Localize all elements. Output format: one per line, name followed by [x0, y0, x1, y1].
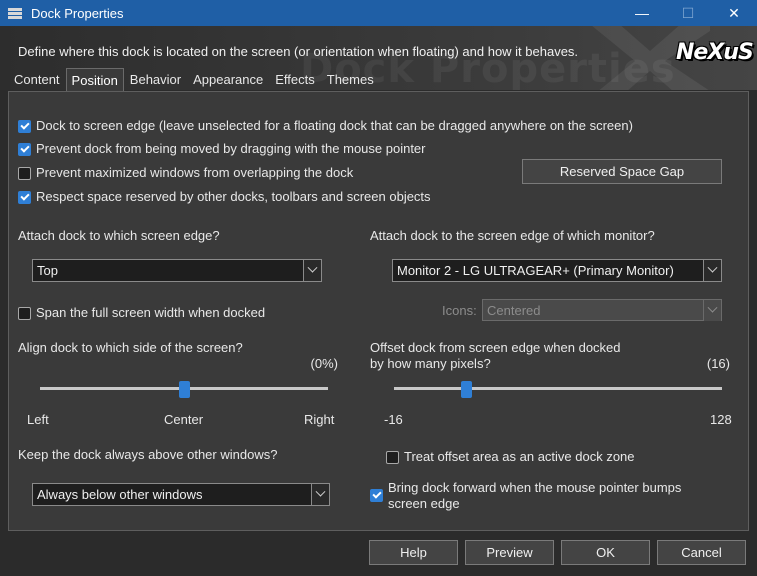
tab-effects[interactable]: Effects — [269, 68, 321, 91]
window-title: Dock Properties — [31, 5, 124, 21]
prevent-drag-option[interactable]: Prevent dock from being moved by draggin… — [18, 141, 426, 157]
minimize-button[interactable]: — — [619, 0, 665, 26]
prevent-drag-label: Prevent dock from being moved by draggin… — [36, 141, 426, 156]
close-button[interactable]: ✕ — [711, 0, 757, 26]
maximize-button[interactable]: ☐ — [665, 0, 711, 26]
header-description: Define where this dock is located on the… — [18, 44, 579, 59]
offset-tick-min: -16 — [384, 412, 403, 427]
title-bar[interactable]: Dock Properties — ☐ ✕ — [0, 0, 757, 26]
span-width-checkbox[interactable] — [18, 307, 31, 320]
preview-button[interactable]: Preview — [465, 540, 554, 565]
align-slider-thumb[interactable] — [178, 381, 190, 398]
monitor-label: Attach dock to the screen edge of which … — [370, 228, 655, 243]
above-select[interactable]: Always below other windows — [32, 483, 330, 506]
respect-space-checkbox[interactable] — [18, 191, 31, 204]
icons-select: Centered — [482, 299, 722, 321]
edge-select[interactable]: Top — [32, 259, 322, 282]
chevron-down-icon[interactable] — [303, 260, 321, 281]
monitor-select[interactable]: Monitor 2 - LG ULTRAGEAR+ (Primary Monit… — [392, 259, 722, 282]
tab-bar: Content Position Behavior Appearance Eff… — [8, 68, 380, 92]
offset-label-line2: by how many pixels? — [370, 356, 491, 371]
respect-space-label: Respect space reserved by other docks, t… — [36, 189, 431, 204]
bring-forward-option[interactable]: Bring dock forward when the mouse pointe… — [370, 480, 681, 512]
icons-select-value: Centered — [487, 302, 541, 318]
monitor-select-value: Monitor 2 - LG ULTRAGEAR+ (Primary Monit… — [397, 263, 674, 278]
offset-slider-thumb[interactable] — [461, 381, 473, 398]
dock-to-edge-checkbox[interactable] — [18, 120, 31, 133]
ok-button[interactable]: OK — [561, 540, 650, 565]
nexus-logo: NeXuS — [676, 40, 754, 65]
offset-zone-option[interactable]: Treat offset area as an active dock zone — [386, 449, 635, 465]
bring-forward-label-line1: Bring dock forward when the mouse pointe… — [388, 480, 682, 495]
bring-forward-label-line2: screen edge — [388, 496, 460, 511]
cancel-button[interactable]: Cancel — [657, 540, 746, 565]
offset-zone-checkbox[interactable] — [386, 451, 399, 464]
tab-appearance[interactable]: Appearance — [187, 68, 269, 91]
prevent-overlap-label: Prevent maximized windows from overlappi… — [36, 165, 354, 180]
edge-label: Attach dock to which screen edge? — [18, 228, 220, 243]
dock-to-edge-option[interactable]: Dock to screen edge (leave unselected fo… — [18, 118, 633, 134]
align-tick-center: Center — [164, 412, 204, 427]
offset-label-line1: Offset dock from screen edge when docked — [370, 340, 621, 355]
chevron-down-icon — [703, 299, 721, 321]
chevron-down-icon[interactable] — [311, 484, 329, 505]
dock-app-icon — [7, 5, 23, 21]
tab-position[interactable]: Position — [65, 68, 124, 92]
reserved-space-gap-button[interactable]: Reserved Space Gap — [522, 159, 722, 184]
dock-to-edge-label: Dock to screen edge (leave unselected fo… — [36, 118, 633, 133]
tab-behavior[interactable]: Behavior — [124, 68, 187, 91]
offset-tick-max: 128 — [710, 412, 732, 427]
span-width-label: Span the full screen width when docked — [36, 305, 266, 320]
prevent-drag-checkbox[interactable] — [18, 143, 31, 156]
offset-zone-label: Treat offset area as an active dock zone — [404, 449, 635, 464]
prevent-overlap-checkbox[interactable] — [18, 167, 31, 180]
above-select-value: Always below other windows — [37, 487, 203, 502]
respect-space-option[interactable]: Respect space reserved by other docks, t… — [18, 189, 431, 205]
edge-select-value: Top — [37, 263, 58, 278]
align-tick-left: Left — [27, 412, 49, 427]
align-label: Align dock to which side of the screen? — [18, 340, 243, 355]
align-value: (0%) — [310, 356, 338, 371]
align-tick-right: Right — [304, 412, 335, 427]
offset-slider-track[interactable] — [394, 387, 722, 390]
icons-label: Icons: — [442, 303, 477, 318]
help-button[interactable]: Help — [369, 540, 458, 565]
tab-content[interactable]: Content — [8, 68, 66, 91]
prevent-overlap-option[interactable]: Prevent maximized windows from overlappi… — [18, 165, 353, 181]
chevron-down-icon[interactable] — [703, 260, 721, 281]
offset-value: (16) — [706, 356, 730, 371]
span-width-option[interactable]: Span the full screen width when docked — [18, 305, 265, 321]
tab-themes[interactable]: Themes — [321, 68, 380, 91]
bring-forward-checkbox[interactable] — [370, 489, 383, 502]
above-label: Keep the dock always above other windows… — [18, 447, 278, 462]
